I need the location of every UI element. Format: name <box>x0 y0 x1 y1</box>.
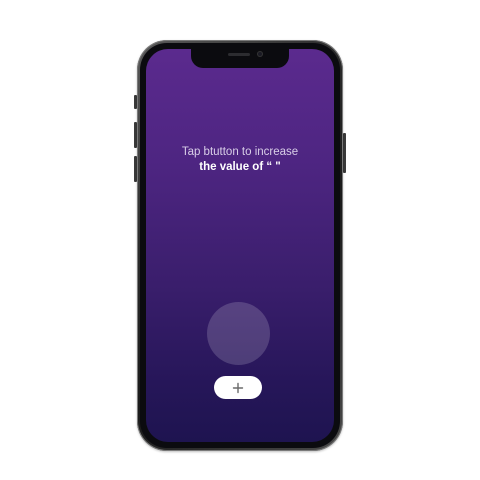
instruction-text: Tap btutton to increase the value of “ " <box>146 145 334 175</box>
phone-screen: Tap btutton to increase the value of “ " <box>146 49 334 442</box>
increment-button[interactable] <box>214 376 262 399</box>
front-camera-icon <box>257 51 263 57</box>
instruction-line-1: Tap btutton to increase <box>181 146 299 158</box>
power-button <box>343 133 346 173</box>
plus-icon <box>232 382 244 393</box>
notch <box>191 49 289 68</box>
speaker-grille <box>228 53 250 56</box>
tap-indicator-circle <box>207 302 270 365</box>
instruction-line-2: the value of “ " <box>199 161 281 173</box>
canvas: Tap btutton to increase the value of “ " <box>0 0 480 480</box>
